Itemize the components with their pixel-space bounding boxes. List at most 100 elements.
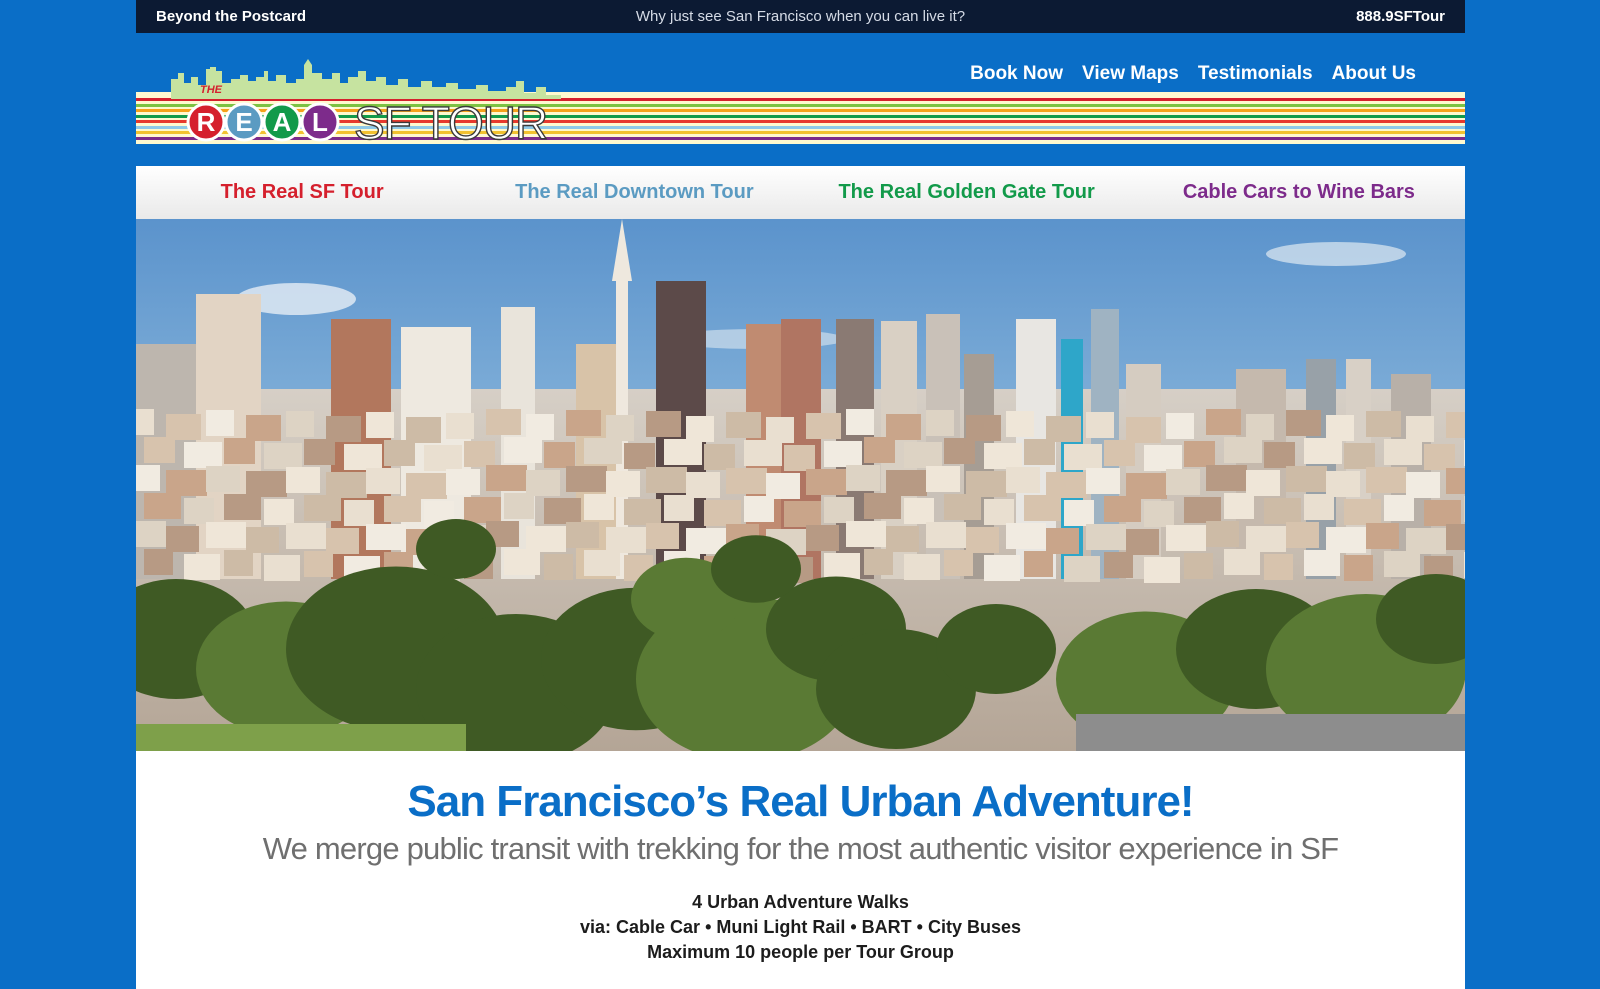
house bbox=[926, 466, 960, 492]
house bbox=[1144, 501, 1174, 527]
house bbox=[1366, 467, 1407, 493]
house bbox=[1446, 468, 1465, 494]
house bbox=[1064, 556, 1100, 582]
house bbox=[886, 526, 919, 552]
house bbox=[806, 469, 847, 495]
house bbox=[504, 437, 542, 463]
phone-number[interactable]: 888.9SFTour bbox=[1356, 8, 1445, 25]
tree bbox=[416, 519, 496, 579]
house bbox=[264, 443, 302, 469]
tour-link-1[interactable]: The Real SF Tour bbox=[136, 181, 468, 204]
house bbox=[1224, 437, 1262, 463]
house bbox=[966, 527, 999, 553]
house bbox=[624, 499, 661, 525]
nav-testimonials[interactable]: Testimonials bbox=[1198, 63, 1313, 85]
house bbox=[766, 473, 800, 499]
house bbox=[464, 441, 495, 467]
house bbox=[886, 470, 927, 496]
house bbox=[1104, 496, 1141, 522]
nav-view-maps[interactable]: View Maps bbox=[1082, 63, 1179, 85]
house bbox=[526, 526, 566, 552]
house bbox=[984, 499, 1014, 525]
tour-info: 4 Urban Adventure Walks via: Cable Car •… bbox=[136, 890, 1465, 965]
house bbox=[1406, 528, 1446, 554]
house bbox=[526, 414, 554, 440]
house bbox=[966, 471, 1007, 497]
house bbox=[344, 500, 374, 526]
info-line-walks: 4 Urban Adventure Walks bbox=[692, 892, 909, 912]
house bbox=[1344, 499, 1381, 525]
house bbox=[184, 442, 222, 468]
house bbox=[926, 410, 954, 436]
nav-about-us[interactable]: About Us bbox=[1332, 63, 1416, 85]
intro-section: San Francisco’s Real Urban Adventure! We… bbox=[136, 751, 1465, 989]
house bbox=[1184, 553, 1213, 579]
house bbox=[1384, 551, 1420, 577]
house bbox=[384, 496, 421, 522]
house bbox=[1304, 494, 1334, 520]
house bbox=[544, 498, 581, 524]
house bbox=[406, 417, 441, 443]
house bbox=[1344, 555, 1373, 581]
house bbox=[326, 472, 367, 498]
tour-link-3[interactable]: The Real Golden Gate Tour bbox=[801, 181, 1133, 204]
house bbox=[784, 445, 815, 471]
house bbox=[326, 528, 359, 554]
house bbox=[646, 467, 687, 493]
house bbox=[1406, 472, 1440, 498]
house bbox=[904, 442, 942, 468]
page-headline: San Francisco’s Real Urban Adventure! bbox=[407, 777, 1194, 826]
tour-link-4[interactable]: Cable Cars to Wine Bars bbox=[1133, 181, 1465, 204]
house bbox=[144, 437, 175, 463]
house bbox=[606, 415, 634, 441]
house bbox=[784, 501, 821, 527]
street bbox=[1076, 714, 1465, 751]
house bbox=[264, 499, 294, 525]
house bbox=[1046, 472, 1087, 498]
house bbox=[1344, 443, 1375, 469]
house bbox=[606, 471, 640, 497]
info-line-group-size: Maximum 10 people per Tour Group bbox=[647, 942, 954, 962]
house bbox=[1126, 417, 1161, 443]
house bbox=[1326, 415, 1354, 441]
house bbox=[1006, 467, 1040, 493]
house bbox=[184, 498, 214, 524]
house bbox=[286, 523, 326, 549]
house bbox=[1024, 495, 1061, 521]
house bbox=[184, 554, 220, 580]
house bbox=[304, 551, 333, 577]
house bbox=[1064, 444, 1102, 470]
house bbox=[944, 494, 981, 520]
house bbox=[406, 473, 447, 499]
house bbox=[566, 466, 607, 492]
house bbox=[446, 469, 480, 495]
house bbox=[686, 416, 714, 442]
house bbox=[544, 442, 575, 468]
house bbox=[1064, 500, 1094, 526]
site-logo[interactable]: THE REAL SF TOUR bbox=[136, 59, 576, 179]
house bbox=[246, 471, 287, 497]
cloud bbox=[1266, 242, 1406, 266]
house bbox=[206, 522, 246, 548]
house bbox=[1024, 551, 1053, 577]
logo-letter: E bbox=[235, 107, 252, 137]
house bbox=[904, 498, 934, 524]
park-lawn bbox=[136, 724, 466, 751]
house bbox=[366, 524, 406, 550]
house bbox=[566, 522, 599, 548]
house bbox=[864, 437, 895, 463]
tour-link-2[interactable]: The Real Downtown Tour bbox=[468, 181, 800, 204]
house bbox=[864, 493, 901, 519]
house bbox=[1206, 409, 1241, 435]
house bbox=[1304, 550, 1340, 576]
house bbox=[1246, 470, 1280, 496]
house bbox=[846, 521, 886, 547]
house bbox=[1126, 529, 1159, 555]
house bbox=[1086, 468, 1120, 494]
house bbox=[846, 409, 874, 435]
nav-book-now[interactable]: Book Now bbox=[970, 63, 1063, 85]
page-subheadline: We merge public transit with trekking fo… bbox=[262, 831, 1339, 866]
house bbox=[206, 410, 234, 436]
house bbox=[584, 438, 622, 464]
house bbox=[686, 472, 720, 498]
